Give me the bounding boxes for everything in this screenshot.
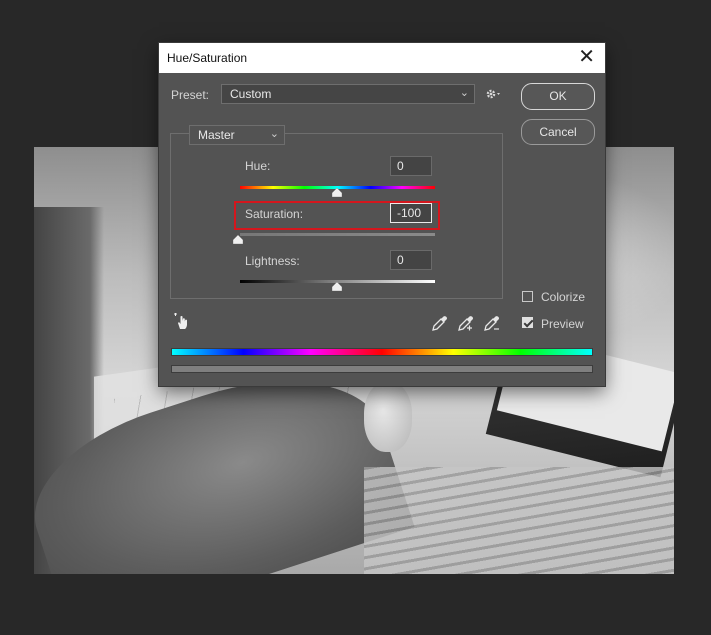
ok-button[interactable]: OK xyxy=(521,83,595,110)
preview-label: Preview xyxy=(541,317,584,331)
eyedropper-plus-icon[interactable] xyxy=(457,314,475,332)
close-icon[interactable]: ✕ xyxy=(578,46,595,68)
preset-value: Custom xyxy=(230,87,272,101)
hue-label: Hue: xyxy=(245,159,271,173)
cancel-button-label: Cancel xyxy=(539,125,577,139)
preset-dropdown[interactable]: Custom ⌄ xyxy=(221,84,475,104)
lightness-slider-thumb[interactable] xyxy=(332,282,342,291)
chevron-down-icon: ⌄ xyxy=(459,87,469,99)
channel-value: Master xyxy=(198,128,235,142)
ok-button-label: OK xyxy=(549,89,567,103)
dialog-titlebar: Hue/Saturation ✕ xyxy=(159,43,605,73)
settings-gear-icon[interactable] xyxy=(485,87,503,101)
targeted-adjustment-hand-icon[interactable] xyxy=(173,313,191,331)
chevron-down-icon: ⌄ xyxy=(269,128,279,140)
cancel-button[interactable]: Cancel xyxy=(521,119,595,145)
hue-saturation-dialog: Hue/Saturation ✕ Preset: Custom ⌄ OK Can… xyxy=(159,43,605,386)
input-color-bar xyxy=(171,348,593,356)
eyedropper-icon[interactable] xyxy=(431,314,449,332)
colorize-checkbox[interactable] xyxy=(522,291,533,302)
output-color-bar xyxy=(171,365,593,373)
photo-hand xyxy=(364,382,412,452)
colorize-label: Colorize xyxy=(541,290,586,304)
saturation-slider-thumb[interactable] xyxy=(233,235,243,244)
eyedropper-minus-icon[interactable] xyxy=(483,314,501,332)
hue-input[interactable]: 0 xyxy=(390,156,432,176)
dialog-title: Hue/Saturation xyxy=(167,51,248,65)
preview-checkbox[interactable] xyxy=(522,317,533,328)
hue-slider-thumb[interactable] xyxy=(332,188,342,197)
saturation-input[interactable]: -100 xyxy=(390,203,432,223)
lightness-label: Lightness: xyxy=(245,254,300,268)
saturation-slider-track[interactable] xyxy=(240,233,435,236)
lightness-input[interactable]: 0 xyxy=(390,250,432,270)
channel-dropdown[interactable]: Master ⌄ xyxy=(189,125,285,145)
saturation-label: Saturation: xyxy=(245,207,304,221)
photo-wood-grain xyxy=(364,467,674,574)
preset-label: Preset: xyxy=(171,88,210,102)
